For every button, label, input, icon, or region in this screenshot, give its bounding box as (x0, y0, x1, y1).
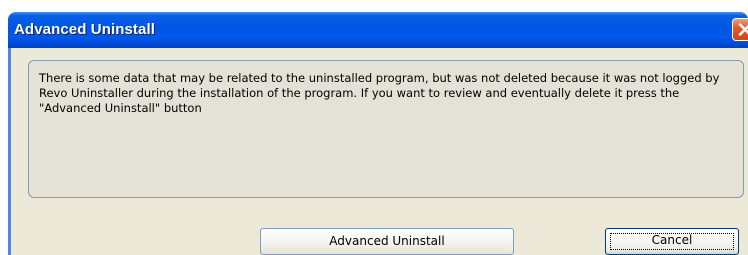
window-title: Advanced Uninstall (14, 21, 155, 38)
advanced-uninstall-button-label: Advanced Uninstall (329, 234, 445, 248)
dialog-body: There is some data that may be related t… (11, 48, 748, 255)
dialog-window: Advanced Uninstall There is some data th… (8, 12, 748, 255)
title-bar[interactable]: Advanced Uninstall (8, 12, 748, 48)
close-button[interactable] (732, 18, 748, 41)
cancel-button[interactable]: Cancel (605, 228, 739, 255)
message-panel: There is some data that may be related t… (28, 60, 744, 198)
advanced-uninstall-button[interactable]: Advanced Uninstall (260, 228, 514, 255)
message-text: There is some data that may be related t… (39, 71, 720, 115)
close-icon (738, 23, 748, 36)
cancel-button-label: Cancel (651, 233, 693, 247)
